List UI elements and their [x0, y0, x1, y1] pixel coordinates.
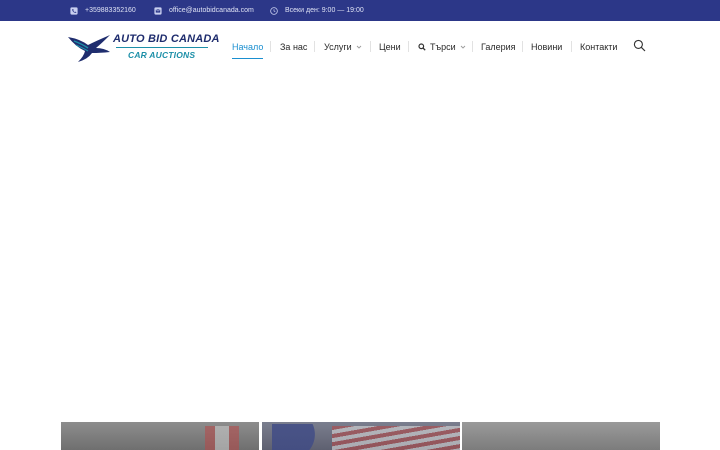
top-info-bar: +359883352160 office@autobidcanada.com В… — [0, 0, 720, 21]
feature-card-canada[interactable] — [61, 422, 259, 450]
usa-flag-stars-image — [272, 424, 332, 450]
nav-item-about[interactable]: За нас — [280, 40, 307, 54]
nav-divider — [408, 41, 409, 52]
nav-item-label: Търси — [430, 42, 456, 52]
nav-item-gallery[interactable]: Галерия — [481, 40, 516, 54]
header-search-button[interactable] — [633, 39, 647, 53]
working-hours: Всеки ден: 9:00 — 19:00 — [270, 0, 364, 21]
nav-item-services[interactable]: Услуги — [324, 40, 362, 54]
hero-slider-area — [0, 73, 720, 422]
nav-divider — [370, 41, 371, 52]
feature-card-usa[interactable] — [262, 422, 460, 450]
chevron-down-icon — [460, 44, 466, 50]
nav-divider — [522, 41, 523, 52]
nav-divider — [472, 41, 473, 52]
feature-card-third[interactable] — [462, 422, 660, 450]
nav-item-contacts[interactable]: Контакти — [580, 40, 617, 54]
phone-number: +359883352160 — [85, 7, 136, 14]
active-underline — [232, 58, 264, 59]
site-header: AUTO BID CANADA CAR AUCTIONS Начало За н… — [0, 21, 720, 73]
nav-item-label: За нас — [280, 42, 308, 52]
phone-icon — [70, 6, 78, 15]
nav-item-search[interactable]: Търси — [418, 40, 466, 54]
nav-item-label: Галерия — [481, 42, 516, 52]
nav-item-label: Начало — [232, 42, 264, 52]
envelope-icon — [154, 6, 162, 15]
nav-item-news[interactable]: Новини — [531, 40, 562, 54]
usa-flag-stripes-image — [332, 426, 460, 450]
nav-item-home[interactable]: Начало — [232, 40, 264, 59]
phone-contact[interactable]: +359883352160 — [70, 0, 136, 21]
nav-divider — [314, 41, 315, 52]
clock-icon — [270, 6, 278, 15]
nav-item-label: Контакти — [580, 42, 618, 52]
nav-divider — [270, 41, 271, 52]
search-icon — [418, 43, 426, 51]
hours-text: Всеки ден: 9:00 — 19:00 — [285, 7, 364, 14]
nav-divider — [571, 41, 572, 52]
nav-item-label: Цени — [379, 42, 401, 52]
chevron-down-icon — [356, 44, 362, 50]
nav-item-prices[interactable]: Цени — [379, 40, 401, 54]
main-navigation: Начало За нас Услуги Цени Търси Галерия … — [0, 21, 720, 73]
search-icon — [633, 39, 646, 52]
email-contact[interactable]: office@autobidcanada.com — [154, 0, 254, 21]
email-address: office@autobidcanada.com — [169, 7, 254, 14]
nav-item-label: Услуги — [324, 42, 352, 52]
nav-item-label: Новини — [531, 42, 563, 52]
canada-flag-image — [205, 426, 239, 450]
